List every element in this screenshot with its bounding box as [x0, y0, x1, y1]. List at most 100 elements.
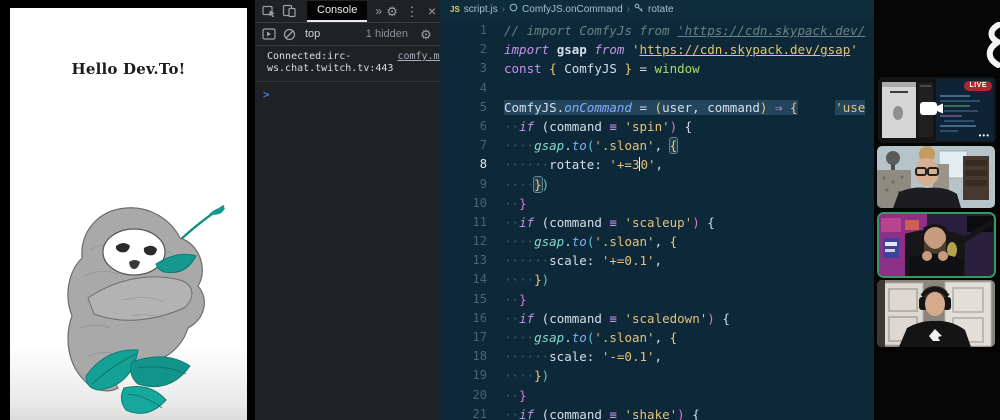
- line-number: 21: [440, 405, 487, 420]
- kebab-menu-icon[interactable]: ⋮: [402, 1, 422, 21]
- line-number: 6: [440, 117, 487, 136]
- console-log-message: Connected:irc-ws.chat.twitch.tv:443: [267, 51, 393, 75]
- code-line-text: ··}: [504, 290, 527, 309]
- code-line-text: ··}: [504, 386, 527, 405]
- breadcrumb-separator: ›: [627, 4, 630, 15]
- code-line[interactable]: 2 import gsap from 'https://cdn.skypack.d…: [440, 40, 874, 59]
- screen-share-thumbnail: LIVE •••: [878, 77, 996, 143]
- code-line[interactable]: 17····gsap.to('.sloan', {: [440, 328, 874, 347]
- line-number: 5: [440, 98, 487, 117]
- code-editor[interactable]: JS script.js › ComfyJS.onCommand › rotat…: [440, 0, 874, 420]
- code-line-text: ··}: [504, 194, 527, 213]
- webcam-thumbnail-1: [877, 146, 995, 208]
- code-line-text: ··if (command ≡ 'scaledown') {: [504, 309, 730, 328]
- code-line[interactable]: 15 ··}: [440, 290, 874, 309]
- stream-sidebar: LIVE •••: [874, 0, 1000, 420]
- hidden-messages-badge[interactable]: 1 hidden: [366, 28, 408, 40]
- code-line[interactable]: 14 ····}): [440, 270, 874, 289]
- code-line-text: // import ComfyJs from 'https://cdn.skyp…: [504, 21, 865, 40]
- line-number: 14: [440, 270, 487, 289]
- line-number: 2: [440, 40, 487, 59]
- webcam-1-video: [877, 146, 995, 208]
- code-line[interactable]: 1 // import ComfyJs from 'https://cdn.sky…: [440, 21, 874, 40]
- console-toolbar: top 1 hidden ⚙: [255, 23, 440, 46]
- line-number: 20: [440, 386, 487, 405]
- breadcrumb: JS script.js › ComfyJS.onCommand › rotat…: [440, 0, 874, 18]
- breadcrumb-symbol[interactable]: ComfyJS.onCommand: [522, 4, 623, 15]
- code-line-text: import gsap from 'https://cdn.skypack.de…: [504, 40, 858, 59]
- code-line-text: ····}): [504, 270, 549, 289]
- property-key-icon: [634, 3, 644, 16]
- line-number: 11: [440, 213, 487, 232]
- code-line-text: ··if (command ≡ 'spin') {: [504, 117, 692, 136]
- symbol-icon: [509, 3, 518, 15]
- code-line[interactable]: 11 ··if (command ≡ 'scaleup') {: [440, 213, 874, 232]
- thumbnail-menu-dots: •••: [979, 131, 990, 140]
- javascript-file-icon: JS: [450, 5, 460, 14]
- code-line-text: ······scale: '-=0.1',: [504, 347, 662, 366]
- inspect-element-icon[interactable]: [259, 1, 279, 21]
- code-line[interactable]: 13······scale: '+=0.1',: [440, 251, 874, 270]
- code-line-text: ····}): [504, 366, 549, 385]
- code-line-text: ··if (command ≡ 'scaleup') {: [504, 213, 715, 232]
- code-line[interactable]: 3 const { ComfyJS } = window: [440, 59, 874, 78]
- code-line-text: ····}): [504, 175, 549, 194]
- browser-preview: Hello Dev.To!: [10, 8, 247, 420]
- code-line-text: ······rotate: '+=30',: [504, 155, 663, 174]
- code-line[interactable]: 4: [440, 79, 874, 98]
- breadcrumb-file[interactable]: script.js: [464, 4, 498, 15]
- live-badge: LIVE: [964, 81, 992, 91]
- settings-gear-icon[interactable]: ⚙: [382, 1, 402, 21]
- code-line[interactable]: 9 ····}): [440, 175, 874, 194]
- code-line[interactable]: 5 ComfyJS.onCommand = (user, command) ⇒ {…: [440, 98, 874, 117]
- line-number: 9: [440, 175, 487, 194]
- line-number: 1: [440, 21, 487, 40]
- code-line[interactable]: 21 ··if (command ≡ 'shake') {: [440, 405, 874, 420]
- overlay-logo: [984, 22, 1000, 68]
- code-line-text: const { ComfyJS } = window: [504, 59, 700, 78]
- code-line[interactable]: 8······rotate: '+=30',: [440, 155, 874, 174]
- breadcrumb-separator: ›: [502, 4, 505, 15]
- line-number: 17: [440, 328, 487, 347]
- console-settings-icon[interactable]: ⚙: [416, 24, 436, 44]
- line-number: 19: [440, 366, 487, 385]
- sloth-illustration: [28, 180, 228, 418]
- webcam-thumbnail-3: [877, 280, 995, 347]
- code-line[interactable]: 12 ····gsap.to('.sloan', {: [440, 232, 874, 251]
- code-line-text: ComfyJS.onCommand = (user, command) ⇒ { …: [504, 98, 865, 117]
- line-number: 3: [440, 59, 487, 78]
- page-heading: Hello Dev.To!: [10, 60, 247, 78]
- webcam-thumbnail-2-active: [877, 212, 996, 278]
- console-sidebar-icon[interactable]: [259, 24, 279, 44]
- more-tabs-button[interactable]: »: [375, 4, 382, 18]
- context-selector[interactable]: top: [305, 28, 320, 40]
- code-line[interactable]: 16 ··if (command ≡ 'scaledown') {: [440, 309, 874, 328]
- code-line[interactable]: 19 ····}): [440, 366, 874, 385]
- code-area[interactable]: 1 // import ComfyJs from 'https://cdn.sky…: [440, 18, 874, 420]
- code-line-text: ····gsap.to('.sloan', {: [504, 136, 677, 155]
- code-line[interactable]: 10··}: [440, 194, 874, 213]
- webcam-2-video: [879, 214, 994, 276]
- tab-console[interactable]: Console: [307, 1, 367, 22]
- line-number: 13: [440, 251, 487, 270]
- devtools-tab-bar: Console » ⚙ ⋮ ×: [255, 0, 440, 23]
- line-number: 18: [440, 347, 487, 366]
- code-line[interactable]: 7 ····gsap.to('.sloan', {: [440, 136, 874, 155]
- line-number: 15: [440, 290, 487, 309]
- clear-console-icon[interactable]: [279, 24, 299, 44]
- console-prompt[interactable]: >: [255, 82, 440, 101]
- stream-frame: Hello Dev.To!: [0, 0, 1000, 420]
- code-line[interactable]: 18 ······scale: '-=0.1',: [440, 347, 874, 366]
- webcam-3-video: [877, 280, 995, 347]
- line-number: 16: [440, 309, 487, 328]
- devtools-panel: Console » ⚙ ⋮ × top 1 hidden ⚙ Connected…: [255, 0, 440, 420]
- code-line[interactable]: 6 ··if (command ≡ 'spin') {: [440, 117, 874, 136]
- device-toolbar-icon[interactable]: [279, 1, 299, 21]
- breadcrumb-member[interactable]: rotate: [648, 4, 674, 15]
- code-line-text: ··if (command ≡ 'shake') {: [504, 405, 700, 420]
- line-number: 12: [440, 232, 487, 251]
- code-line[interactable]: 20 ··}: [440, 386, 874, 405]
- code-line-text: ····gsap.to('.sloan', {: [504, 232, 677, 251]
- console-log-row: Connected:irc-ws.chat.twitch.tv:443 comf…: [255, 46, 440, 82]
- line-number: 7: [440, 136, 487, 155]
